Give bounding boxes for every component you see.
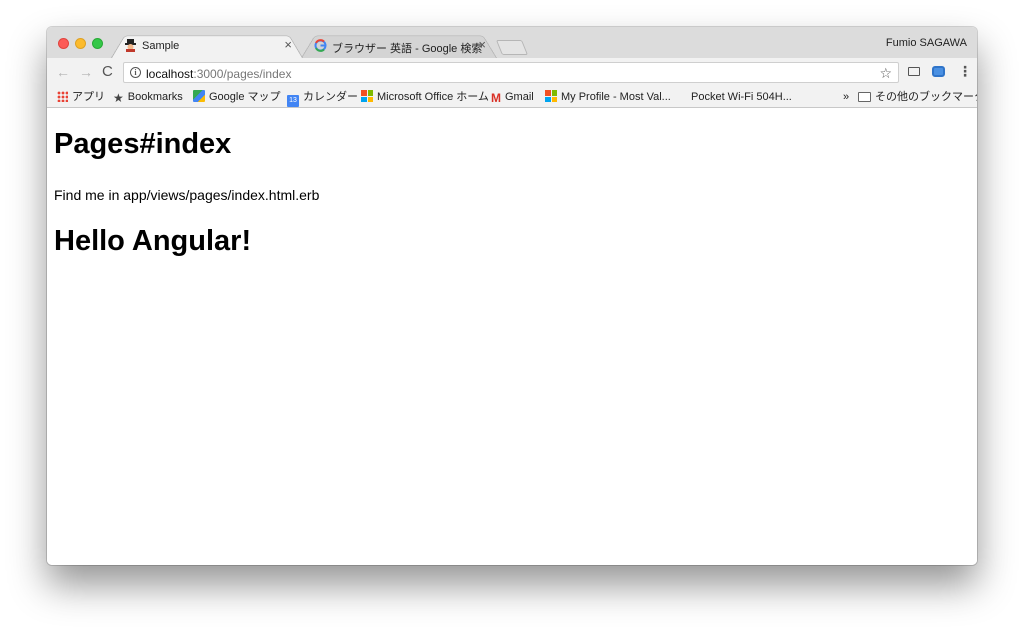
tab-close-button[interactable]: × (284, 38, 292, 51)
kebab-menu-icon[interactable]: ⋮ (958, 63, 972, 79)
page-paragraph: Find me in app/views/pages/index.html.er… (54, 187, 320, 203)
url-text[interactable]: localhost:3000/pages/index (146, 67, 291, 81)
page-title: Pages#index (54, 128, 232, 160)
window-close-button[interactable] (58, 38, 69, 49)
other-bookmarks[interactable]: その他のブックマーク (858, 90, 977, 105)
window-maximize-button[interactable] (92, 38, 103, 49)
cast-icon[interactable] (908, 67, 920, 76)
info-icon[interactable]: i (130, 67, 141, 78)
google-g-icon (314, 39, 327, 52)
bookmark-label: アプリ (72, 91, 105, 103)
app-favicon-icon (125, 39, 136, 52)
bookmark-calendar[interactable]: 13 カレンダー (287, 90, 358, 107)
browser-window: Sample × ブラウザー 英語 - Google 検索 × Fumio SA… (47, 27, 977, 565)
bookmark-microsoft-office[interactable]: Microsoft Office ホーム (361, 90, 489, 105)
bookmark-label: Pocket Wi-Fi 504H... (691, 91, 792, 103)
tab-title: ブラウザー 英語 - Google 検索 (332, 43, 483, 55)
bookmark-label: Gmail (505, 91, 534, 103)
bookmark-star-icon[interactable]: ☆ (879, 65, 892, 82)
bookmark-my-profile[interactable]: My Profile - Most Val... (545, 90, 671, 105)
extension-icon[interactable] (932, 66, 945, 77)
bookmark-label: Google マップ (209, 91, 281, 103)
tab-sample[interactable]: Sample × (111, 31, 303, 58)
url-path: :3000/pages/index (193, 67, 292, 81)
profile-name[interactable]: Fumio SAGAWA (886, 37, 967, 49)
forward-arrow-icon[interactable]: → (79, 64, 93, 80)
microsoft-icon (545, 90, 557, 102)
new-tab-button[interactable] (495, 40, 529, 55)
bookmark-pocket-wifi[interactable]: Pocket Wi-Fi 504H... (691, 90, 792, 105)
bookmarks-overflow-button[interactable]: » (843, 90, 849, 105)
back-arrow-icon[interactable]: ← (56, 64, 70, 80)
window-minimize-button[interactable] (75, 38, 86, 49)
tab-close-button[interactable]: × (478, 38, 486, 51)
bookmark-bookmarks[interactable]: ★ Bookmarks (113, 90, 183, 105)
reload-icon[interactable]: C (102, 64, 113, 80)
bookmark-label: Bookmarks (127, 91, 183, 103)
bookmark-apps[interactable]: アプリ (57, 90, 105, 105)
maps-icon (193, 90, 205, 102)
page-viewport: Pages#index Find me in app/views/pages/i… (47, 108, 977, 565)
bookmark-label: My Profile - Most Val... (561, 91, 671, 103)
bookmark-label: Microsoft Office ホーム (377, 91, 489, 103)
tab-title: Sample (142, 40, 180, 52)
tab-google-search[interactable]: ブラウザー 英語 - Google 検索 × (301, 31, 497, 58)
bookmark-label: カレンダー (303, 91, 358, 103)
bookmark-google-maps[interactable]: Google マップ (193, 90, 281, 105)
folder-icon (858, 92, 871, 102)
bookmark-gmail[interactable]: M Gmail (491, 90, 534, 105)
browser-toolbar: ← → C i localhost:3000/pages/index ☆ ⋮ (47, 58, 977, 87)
gmail-icon: M (491, 91, 501, 105)
bookmark-label: その他のブックマーク (875, 91, 977, 103)
tab-strip: Sample × ブラウザー 英語 - Google 検索 × Fumio SA… (47, 27, 977, 58)
url-host: localhost (146, 67, 194, 81)
bookmarks-bar: アプリ ★ Bookmarks Google マップ 13 カレンダー Micros… (47, 87, 977, 108)
angular-heading: Hello Angular! (54, 225, 252, 257)
calendar-icon: 13 (287, 95, 299, 107)
address-bar[interactable]: i localhost:3000/pages/index ☆ (123, 62, 899, 83)
apps-grid-icon (57, 91, 68, 102)
star-icon: ★ (113, 91, 124, 105)
microsoft-icon (361, 90, 373, 102)
